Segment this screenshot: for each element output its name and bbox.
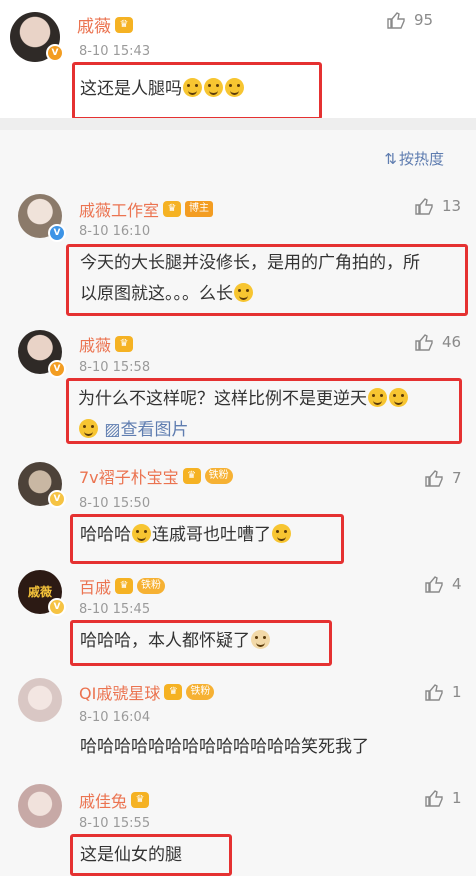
avatar[interactable] [18, 784, 62, 828]
comment-author[interactable]: 戚薇工作室 ♛ 博主 [79, 197, 214, 221]
highlight-box [70, 620, 332, 666]
thumbs-up-icon [425, 790, 443, 807]
sort-icon: ⇅ [384, 149, 397, 168]
like-button[interactable]: 95 [386, 10, 433, 30]
avatar[interactable] [18, 678, 62, 722]
like-button[interactable]: 4 [424, 574, 462, 594]
divider [0, 118, 476, 130]
crown-icon: ♛ [115, 336, 134, 352]
like-count: 7 [452, 469, 462, 487]
comment-author[interactable]: QI戚號星球 ♛ 铁粉 [79, 680, 215, 704]
fan-tag: 铁粉 [204, 468, 233, 484]
comment-item: QI戚號星球 ♛ 铁粉 8-10 16:04 1 哈哈哈哈哈哈哈哈哈哈哈哈哈笑死我了 [0, 674, 476, 778]
crown-icon: ♛ [115, 16, 133, 33]
highlight-box [70, 514, 344, 564]
crown-icon: ♛ [115, 578, 134, 594]
comment-time: 8-10 15:55 [79, 816, 151, 831]
verified-badge-icon: V [46, 44, 64, 62]
like-count: 13 [442, 197, 462, 215]
like-button[interactable]: 46 [414, 332, 461, 352]
like-button[interactable]: 1 [424, 682, 462, 702]
highlight-box [72, 62, 322, 120]
sort-by-hot-button[interactable]: ⇅ 按热度 [384, 148, 444, 169]
like-button[interactable]: 13 [414, 196, 461, 216]
post-time: 8-10 15:43 [79, 44, 151, 59]
highlight-box [66, 244, 468, 316]
crown-icon: ♛ [163, 201, 182, 217]
verified-badge-icon: V [48, 360, 66, 378]
thumbs-up-icon [425, 470, 443, 487]
thumbs-up-icon [415, 198, 433, 215]
verified-badge-icon: V [48, 490, 66, 508]
verified-badge-icon: V [48, 598, 66, 616]
like-button[interactable]: 7 [424, 468, 462, 488]
comment-author[interactable]: 戚佳兔 ♛ [79, 788, 150, 812]
host-tag: 博主 [185, 201, 214, 217]
comment-time: 8-10 15:50 [79, 496, 151, 511]
like-button[interactable]: 1 [424, 788, 462, 808]
like-count: 46 [442, 333, 462, 351]
thumbs-up-icon [425, 684, 443, 701]
comment-author[interactable]: 百戚 ♛ 铁粉 [79, 574, 166, 598]
crown-icon: ♛ [131, 792, 150, 808]
comment-time: 8-10 15:45 [79, 602, 151, 617]
like-count: 4 [452, 575, 462, 593]
thumbs-up-icon [415, 334, 433, 351]
crown-icon: ♛ [182, 468, 201, 484]
comment-time: 8-10 16:04 [79, 710, 151, 725]
fan-tag: 铁粉 [186, 684, 215, 700]
comment-author[interactable]: 7v褶子朴宝宝 ♛ 铁粉 [79, 464, 233, 488]
comment-time: 8-10 16:10 [79, 224, 151, 239]
thumbs-up-icon [425, 576, 443, 593]
verified-badge-icon: V [48, 224, 66, 242]
thumbs-up-icon [387, 12, 405, 29]
post-author[interactable]: 戚薇 ♛ [77, 12, 133, 37]
highlight-box [70, 834, 232, 876]
highlight-box [66, 378, 462, 444]
comment-item: V 戚薇 ♛ 8-10 15:58 46 为什么不这样呢？这样比例不是更逆天 ▨查… [0, 324, 476, 446]
comment-author[interactable]: 戚薇 ♛ [79, 332, 134, 356]
like-count: 95 [414, 11, 434, 29]
comment-text: 哈哈哈哈哈哈哈哈哈哈哈哈哈笑死我了 [80, 737, 369, 757]
crown-icon: ♛ [164, 684, 183, 700]
comment-time: 8-10 15:58 [79, 360, 151, 375]
original-post: V 戚薇 ♛ 8-10 15:43 95 这还是人腿吗 [0, 0, 476, 120]
fan-tag: 铁粉 [137, 578, 166, 594]
like-count: 1 [452, 789, 462, 807]
comment-item: 戚薇 V 百戚 ♛ 铁粉 8-10 15:45 4 哈哈哈，本人都怀疑了 [0, 570, 476, 670]
like-count: 1 [452, 683, 462, 701]
comment-item: V 戚薇工作室 ♛ 博主 8-10 16:10 13 今天的大长腿并没修长，是用的广… [0, 188, 476, 320]
comment-item: V 7v褶子朴宝宝 ♛ 铁粉 8-10 15:50 7 哈哈哈 连戚哥也吐嘈了 [0, 458, 476, 568]
comment-item: 戚佳兔 ♛ 8-10 15:55 1 这是仙女的腿 [0, 782, 476, 876]
